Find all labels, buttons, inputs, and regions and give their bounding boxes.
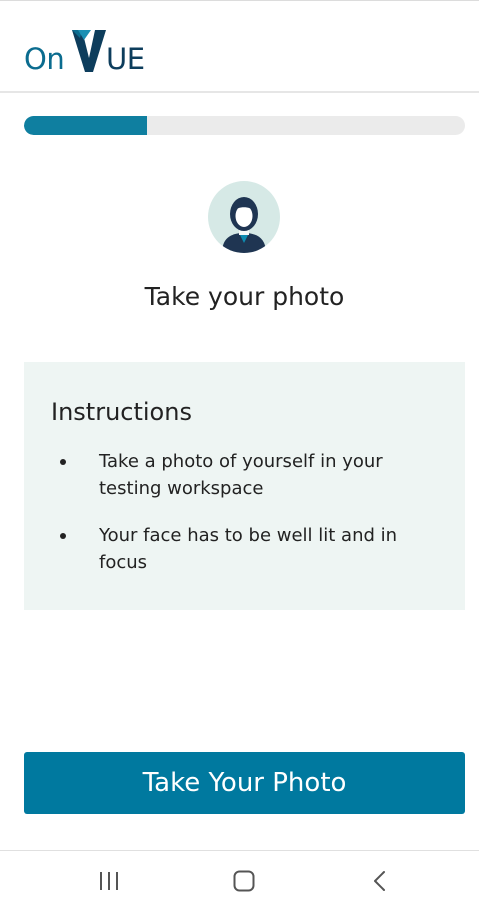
- home-icon[interactable]: [224, 865, 264, 897]
- instructions-heading: Instructions: [51, 398, 192, 426]
- take-photo-button[interactable]: Take Your Photo: [24, 752, 465, 814]
- bullet-icon: [60, 533, 66, 539]
- progress-bar-fill: [24, 116, 148, 135]
- list-item: Take a photo of yourself in your testing…: [51, 448, 431, 502]
- progress-bar: [24, 116, 465, 135]
- system-nav-bar: [0, 850, 479, 910]
- recent-apps-icon[interactable]: [89, 865, 129, 897]
- app-screen: On UE Take your photo Instructions Take …: [0, 0, 479, 910]
- list-item: Your face has to be well lit and in focu…: [51, 522, 431, 576]
- instructions-panel: Instructions Take a photo of yourself in…: [24, 362, 465, 610]
- logo-text-on: On: [24, 42, 65, 76]
- instructions-list: Take a photo of yourself in your testing…: [51, 448, 431, 596]
- person-avatar-icon: [208, 181, 280, 253]
- app-header: On UE: [0, 1, 479, 93]
- back-icon[interactable]: [360, 865, 400, 897]
- bullet-icon: [60, 459, 66, 465]
- page-title: Take your photo: [144, 282, 345, 311]
- logo-text-ue: UE: [106, 42, 145, 76]
- instruction-text: Take a photo of yourself in your testing…: [99, 451, 383, 499]
- logo-v-mark-icon: [72, 30, 106, 72]
- instruction-text: Your face has to be well lit and in focu…: [99, 525, 398, 573]
